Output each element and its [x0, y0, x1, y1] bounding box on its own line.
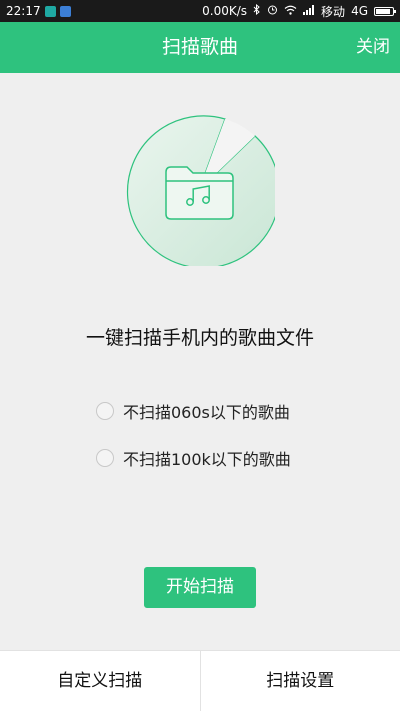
- app-notification-icon-2: [59, 5, 71, 17]
- wifi-icon: [284, 4, 297, 18]
- status-right: 0.00K/s 移动 4G: [202, 3, 396, 20]
- option-label: 不扫描100k以下的歌曲: [123, 450, 291, 469]
- start-scan-button[interactable]: 开始扫描: [144, 567, 256, 608]
- close-button[interactable]: 关闭: [356, 22, 390, 73]
- signal-icon: [303, 4, 315, 18]
- battery-icon: [374, 6, 396, 16]
- scan-settings-button[interactable]: 扫描设置: [199, 651, 400, 711]
- page-title: 扫描歌曲: [161, 36, 238, 58]
- music-folder-illustration: [123, 114, 281, 269]
- option-skip-small-songs[interactable]: 不扫描100k以下的歌曲: [96, 446, 291, 470]
- title-bar: 扫描歌曲 关闭: [0, 22, 400, 73]
- network-speed: 0.00K/s: [202, 4, 248, 18]
- radio-button[interactable]: [96, 402, 114, 420]
- carrier-name: 移动: [321, 4, 346, 19]
- battery-level: [376, 8, 390, 14]
- bluetooth-icon: [253, 3, 261, 18]
- alarm-icon: [267, 4, 278, 18]
- bottom-bar: 自定义扫描 扫描设置: [0, 650, 400, 711]
- status-bar: 22:17 0.00K/s 移动 4G: [0, 0, 400, 22]
- network-type: 4G: [351, 4, 368, 18]
- status-left: 22:17: [6, 4, 71, 18]
- music-folder-icon: [165, 166, 234, 220]
- scan-headline: 一键扫描手机内的歌曲文件: [85, 327, 314, 349]
- custom-scan-button[interactable]: 自定义扫描: [0, 651, 200, 711]
- app-notification-icon: [44, 5, 56, 17]
- option-label: 不扫描060s以下的歌曲: [123, 403, 290, 422]
- option-skip-short-songs[interactable]: 不扫描060s以下的歌曲: [96, 399, 290, 423]
- radio-button[interactable]: [96, 449, 114, 467]
- status-time: 22:17: [6, 4, 41, 18]
